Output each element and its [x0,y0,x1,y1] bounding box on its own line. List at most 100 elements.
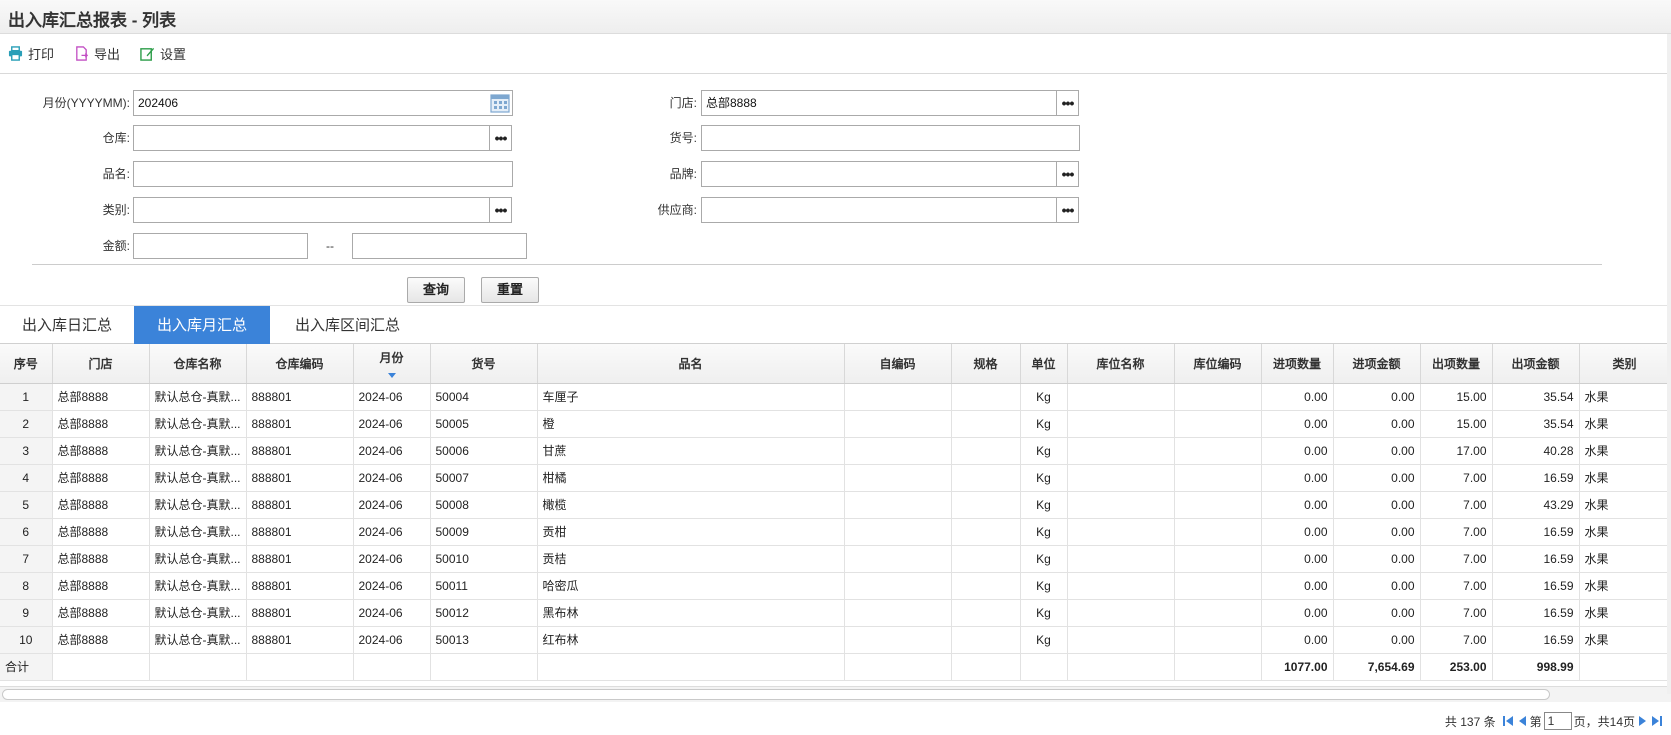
table-row[interactable]: 3 总部8888 默认总仓-真默... 888801 2024-06 50006 甘蔗 Kg 0… [0,437,1671,465]
reset-button[interactable]: 重置 [481,277,539,303]
goods-no-input[interactable] [701,125,1080,151]
page-number-input[interactable]: 1 [1543,712,1572,730]
col-header-goods-no[interactable]: 货号 [430,344,538,384]
table-row[interactable]: 9 总部8888 默认总仓-真默... 888801 2024-06 50012 黑布林 Kg… [0,599,1671,627]
cell-month: 2024-06 [353,383,431,411]
cell-in-qty: 0.00 [1261,410,1334,438]
horizontal-scrollbar[interactable] [0,686,1671,702]
print-button[interactable]: 打印 [8,44,54,63]
col-header-warehouse-name[interactable]: 仓库名称 [149,344,247,384]
cell-location-name [1067,410,1175,438]
cell-out-amount: 40.28 [1492,437,1580,465]
month-input[interactable]: 202406 [133,90,513,116]
cell-warehouse-code: 888801 [246,383,354,411]
cell-in-amount: 0.00 [1333,437,1421,465]
col-header-location-code[interactable]: 库位编码 [1174,344,1262,384]
calendar-icon[interactable] [489,92,511,114]
cell-unit: Kg [1020,572,1068,600]
col-header-name[interactable]: 品名 [537,344,845,384]
col-header-location-name[interactable]: 库位名称 [1067,344,1175,384]
col-header-month[interactable]: 月份 [353,344,431,384]
table-row[interactable]: 4 总部8888 默认总仓-真默... 888801 2024-06 50007 柑橘 Kg 0… [0,464,1671,492]
col-header-category[interactable]: 类别 [1579,344,1671,384]
last-page-icon[interactable] [1651,715,1663,727]
pager: 共 137 条 第 1 页，共14页 [1445,712,1663,730]
cell-in-qty: 0.00 [1261,383,1334,411]
cell-seq: 8 [0,572,53,600]
category-label: 类别: [102,203,130,217]
cell-warehouse-name: 默认总仓-真默... [149,437,247,465]
cell-in-qty: 0.00 [1261,491,1334,519]
table-row[interactable]: 7 总部8888 默认总仓-真默... 888801 2024-06 50010 贡桔 Kg 0… [0,545,1671,573]
vertical-scrollbar[interactable] [1667,34,1671,694]
cell-goods-no: 50009 [430,518,538,546]
col-header-in-amount[interactable]: 进项金额 [1333,344,1421,384]
amount-from-input[interactable] [133,233,308,259]
table-row[interactable]: 8 总部8888 默认总仓-真默... 888801 2024-06 50011 哈密瓜 Kg… [0,572,1671,600]
cell-location-name [1067,491,1175,519]
cell-out-qty: 7.00 [1420,626,1493,654]
summary-tabs: 出入库日汇总 出入库月汇总 出入库区间汇总 [0,306,1671,344]
store-input[interactable]: 总部8888 [701,90,1057,116]
total-empty-cell [537,653,845,681]
col-header-in-qty[interactable]: 进项数量 [1261,344,1334,384]
first-page-icon[interactable] [1502,715,1514,727]
brand-picker-button[interactable]: ••• [1056,161,1079,187]
next-page-icon[interactable] [1638,715,1648,727]
tab-range-summary[interactable]: 出入库区间汇总 [270,306,425,344]
name-input[interactable] [133,161,513,187]
toolbar: 打印 导出 设置 [0,34,1671,74]
col-header-store[interactable]: 门店 [52,344,150,384]
col-header-self-code[interactable]: 自编码 [844,344,952,384]
cell-in-amount: 0.00 [1333,464,1421,492]
brand-input[interactable] [701,161,1057,187]
cell-spec [951,437,1021,465]
cell-store: 总部8888 [52,491,150,519]
col-header-spec[interactable]: 规格 [951,344,1021,384]
table-row[interactable]: 6 总部8888 默认总仓-真默... 888801 2024-06 50009 贡柑 Kg 0… [0,518,1671,546]
total-empty-cell [1174,653,1262,681]
cell-self-code [844,410,952,438]
tab-monthly-summary[interactable]: 出入库月汇总 [134,306,270,344]
table-row[interactable]: 2 总部8888 默认总仓-真默... 888801 2024-06 50005 橙 Kg 0.… [0,410,1671,438]
export-button[interactable]: 导出 [74,44,120,63]
warehouse-picker-button[interactable]: ••• [489,125,512,151]
tab-daily-summary[interactable]: 出入库日汇总 [0,306,134,344]
store-picker-button[interactable]: ••• [1056,90,1079,116]
query-form: 月份(YYYYMM): 202406 门店: 总部8888 ••• 仓库: ••… [0,74,1671,306]
warehouse-label: 仓库: [102,131,130,145]
cell-goods-no: 50013 [430,626,538,654]
prev-page-icon[interactable] [1517,715,1527,727]
cell-self-code [844,464,952,492]
col-header-out-amount[interactable]: 出项金额 [1492,344,1580,384]
cell-warehouse-name: 默认总仓-真默... [149,518,247,546]
col-header-unit[interactable]: 单位 [1020,344,1068,384]
cell-out-amount: 16.59 [1492,626,1580,654]
scrollbar-thumb[interactable] [2,689,1550,700]
cell-goods-no: 50008 [430,491,538,519]
cell-warehouse-code: 888801 [246,437,354,465]
warehouse-input[interactable] [133,125,490,151]
query-button[interactable]: 查询 [407,277,465,303]
table-row[interactable]: 1 总部8888 默认总仓-真默... 888801 2024-06 50004 车厘子 Kg… [0,383,1671,411]
total-row: 合计 1077.00 7,654.69 253.00 998.99 [0,653,1671,681]
cell-name: 贡柑 [537,518,845,546]
cell-out-amount: 16.59 [1492,464,1580,492]
table-row[interactable]: 5 总部8888 默认总仓-真默... 888801 2024-06 50008 橄榄 Kg 0… [0,491,1671,519]
cell-spec [951,572,1021,600]
cell-in-amount: 0.00 [1333,383,1421,411]
supplier-picker-button[interactable]: ••• [1056,197,1079,223]
total-empty-cell [246,653,354,681]
col-header-seq[interactable]: 序号 [0,344,53,384]
cell-in-amount: 0.00 [1333,572,1421,600]
col-header-out-qty[interactable]: 出项数量 [1420,344,1493,384]
settings-button[interactable]: 设置 [140,44,186,63]
cell-goods-no: 50007 [430,464,538,492]
cell-in-qty: 0.00 [1261,464,1334,492]
supplier-input[interactable] [701,197,1057,223]
col-header-warehouse-code[interactable]: 仓库编码 [246,344,354,384]
category-input[interactable] [133,197,490,223]
table-row[interactable]: 10 总部8888 默认总仓-真默... 888801 2024-06 50013 红布林 K… [0,626,1671,654]
category-picker-button[interactable]: ••• [489,197,512,223]
amount-to-input[interactable] [352,233,527,259]
